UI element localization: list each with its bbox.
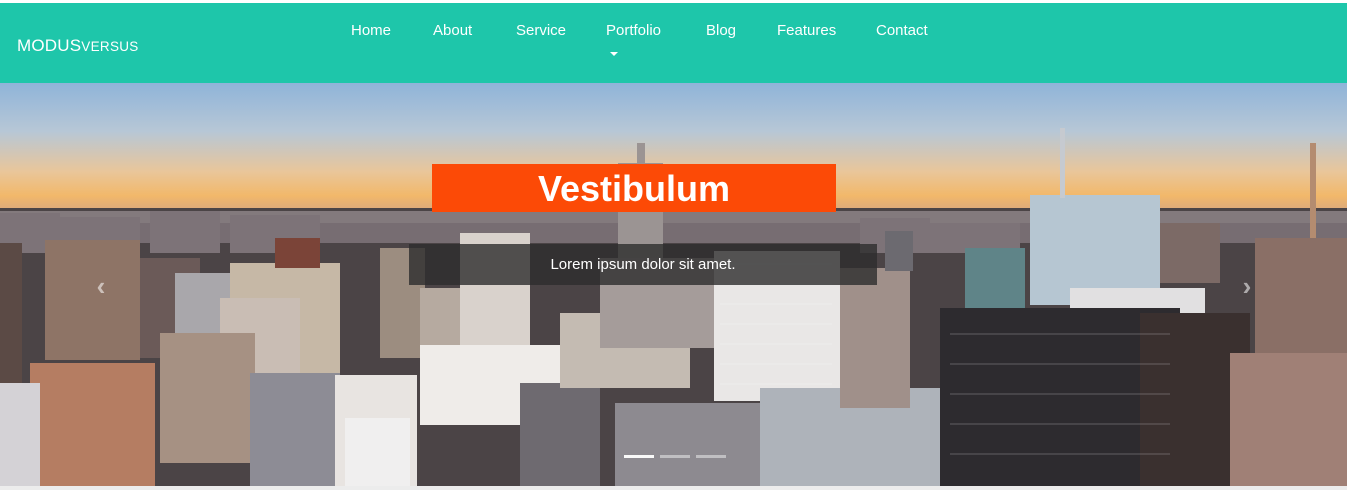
nav-blog[interactable]: Blog [706, 21, 736, 41]
carousel-indicator-3[interactable] [696, 455, 726, 458]
brand-part-2: VERSUS [81, 39, 139, 54]
nav-portfolio[interactable]: Portfolio [606, 21, 661, 41]
brand-part-1: MODUS [17, 36, 82, 55]
navbar: MODUSVERSUS Home About Service Portfolio… [0, 3, 1347, 83]
nav-contact[interactable]: Contact [876, 21, 928, 41]
slide-caption: Lorem ipsum dolor sit amet. [409, 244, 877, 285]
hero-carousel: Vestibulum Lorem ipsum dolor sit amet. ‹… [0, 83, 1347, 486]
carousel-indicators [624, 455, 734, 459]
nav-home[interactable]: Home [351, 21, 391, 41]
carousel-indicator-2[interactable] [660, 455, 690, 458]
brand-logo[interactable]: MODUSVERSUS [17, 36, 139, 56]
chevron-right-icon[interactable]: › [1236, 273, 1258, 299]
carousel-indicator-1[interactable] [624, 455, 654, 458]
slide-title: Vestibulum [432, 164, 836, 212]
bottom-divider [0, 486, 1347, 490]
nav-about[interactable]: About [433, 21, 472, 41]
chevron-left-icon[interactable]: ‹ [90, 273, 112, 299]
caret-down-icon[interactable] [610, 52, 618, 56]
nav-features[interactable]: Features [777, 21, 836, 41]
nav-service[interactable]: Service [516, 21, 566, 41]
